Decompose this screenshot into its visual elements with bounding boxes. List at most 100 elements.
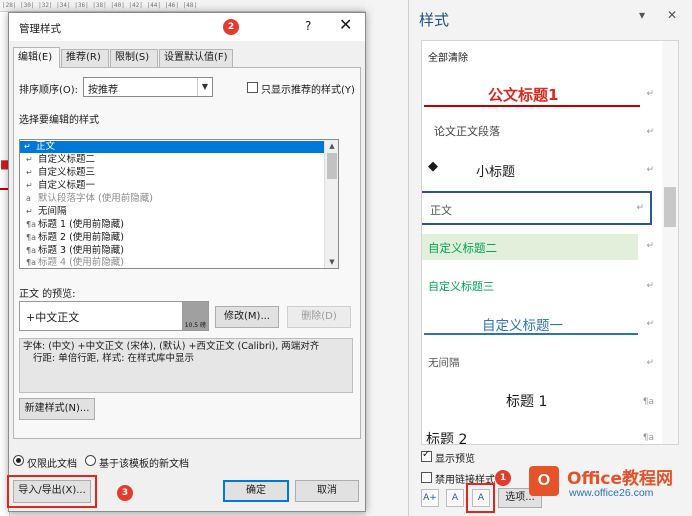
- paragraph-mark-icon: ↵: [26, 207, 33, 216]
- new-style-icon[interactable]: A+: [421, 489, 439, 507]
- highlight-box: [7, 475, 97, 508]
- paragraph-mark-icon: ↵: [24, 142, 31, 151]
- show-recommended-label: 只显示推荐的样式(Y): [261, 85, 355, 96]
- tab-recommend[interactable]: 推荐(R): [61, 49, 109, 67]
- chevron-down-icon: ▼: [197, 78, 212, 96]
- style-inspector-icon[interactable]: A: [446, 489, 464, 507]
- pane-scrollbar[interactable]: [662, 41, 678, 444]
- watermark-title: Office教程网: [567, 469, 674, 489]
- style-item-subtitle[interactable]: 小标题: [476, 161, 596, 180]
- step-badge-1: 1: [495, 470, 511, 486]
- linked-style-icon: ¶a: [26, 220, 36, 229]
- sort-order-select[interactable]: 按推荐 ▼: [83, 77, 213, 97]
- preview-size: 10.5 磅: [182, 302, 208, 330]
- ok-button[interactable]: 确定: [223, 480, 289, 502]
- tab-set-defaults[interactable]: 设置默认值(F): [159, 49, 233, 67]
- step-badge-2: 2: [223, 19, 239, 35]
- new-style-button[interactable]: 新建样式(N)...: [19, 398, 95, 420]
- styles-list: 全部清除 公文标题1 ↵ 论文正文段落 ↵ ◆ 小标题 ↵ 正文 ↵ 自定义标题…: [421, 40, 679, 445]
- disable-linked-checkbox[interactable]: [421, 472, 432, 483]
- list-item-label: 标题 3 (使用前隐藏): [38, 245, 124, 256]
- list-item[interactable]: ¶a 标题 1 (使用前隐藏): [22, 219, 336, 231]
- style-item-label: 公文标题1: [488, 86, 559, 104]
- list-item-label: 自定义标题三: [38, 167, 96, 178]
- list-item[interactable]: ¶a 标题 2 (使用前隐藏): [22, 232, 336, 244]
- radio-this-document-label: 仅限此文档: [27, 459, 77, 470]
- watermark: O Office教程网 www.office26.com: [529, 462, 689, 506]
- scrollbar-thumb[interactable]: [664, 187, 676, 227]
- paragraph-mark-icon: ↵: [646, 89, 654, 99]
- chevron-down-icon[interactable]: ▼: [325, 256, 338, 268]
- pane-title: 样式: [419, 11, 450, 29]
- chevron-up-icon[interactable]: ▲: [325, 140, 338, 152]
- tab-edit[interactable]: 编辑(E): [13, 47, 60, 68]
- document-page: [366, 0, 408, 516]
- dialog-titlebar: 管理样式 2 ? ✕: [9, 13, 365, 41]
- list-item[interactable]: ¶a 标题 3 (使用前隐藏): [22, 245, 336, 257]
- radio-template-documents[interactable]: [85, 455, 96, 466]
- list-item-label: 标题 4 (使用前隐藏): [38, 257, 124, 268]
- list-item[interactable]: ↵ 自定义标题一: [22, 180, 336, 192]
- help-button[interactable]: ?: [305, 19, 311, 33]
- style-item-custom-2[interactable]: 自定义标题二: [422, 234, 638, 260]
- office-logo: O: [529, 466, 559, 496]
- manage-styles-dialog: 管理样式 2 ? ✕ 编辑(E) 推荐(R) 限制(S) 设置默认值(F) 排序…: [7, 12, 366, 512]
- close-icon[interactable]: ✕: [339, 16, 352, 34]
- dialog-title: 管理样式: [19, 23, 61, 35]
- cancel-button[interactable]: 取消: [295, 480, 359, 502]
- paragraph-mark-icon: ↵: [646, 319, 654, 329]
- style-item-custom-3[interactable]: 自定义标题三: [428, 278, 668, 294]
- style-item-label: 正文: [430, 204, 452, 217]
- paragraph-mark-icon: ↵: [26, 181, 33, 190]
- modify-button[interactable]: 修改(M)...: [215, 306, 279, 328]
- close-icon[interactable]: ✕: [667, 8, 677, 22]
- list-item-label: 默认段落字体 (使用前隐藏): [38, 193, 153, 204]
- description-line-1: 字体: (中文) +中文正文 (宋体), (默认) +西文正文 (Calibri…: [23, 341, 320, 352]
- sort-order-value: 按推荐: [88, 85, 118, 96]
- style-description: 字体: (中文) +中文正文 (宋体), (默认) +西文正文 (Calibri…: [19, 338, 353, 393]
- radio-this-document[interactable]: [13, 455, 24, 466]
- preview-label: 正文 的预览:: [19, 289, 76, 300]
- description-line-2: 行距: 单倍行距, 样式: 在样式库中显示: [33, 353, 194, 364]
- style-item-no-spacing[interactable]: 无间隔: [428, 355, 668, 370]
- tab-restrict[interactable]: 限制(S): [110, 49, 158, 67]
- radio-template-documents-label: 基于该模板的新文档: [99, 459, 189, 470]
- paragraph-mark-icon: ↵: [646, 241, 654, 251]
- paragraph-mark-icon: ↵: [646, 165, 654, 175]
- style-item-official-title[interactable]: 公文标题1: [424, 81, 640, 107]
- scrollbar-thumb[interactable]: [327, 153, 337, 179]
- list-item[interactable]: a 默认段落字体 (使用前隐藏): [22, 193, 336, 205]
- linked-style-icon: ¶a: [26, 233, 36, 242]
- linked-style-icon: ¶a: [642, 397, 654, 407]
- style-item-heading-2[interactable]: 标题 2: [426, 429, 666, 444]
- delete-button[interactable]: 删除(D): [287, 306, 351, 328]
- list-item-label: 自定义标题一: [38, 180, 96, 191]
- paragraph-mark-icon: ↵: [26, 155, 33, 164]
- style-listbox[interactable]: ↵ 正文 ↵ 自定义标题二 ↵ 自定义标题三 ↵ 自定义标题一 a 默认段落字体 (使用前…: [19, 139, 339, 269]
- preview-text: +中文正文: [26, 311, 80, 324]
- styles-pane: 样式 ▾ ✕ 全部清除 公文标题1 ↵ 论文正文段落 ↵ ◆ 小标题 ↵ 正文 …: [408, 0, 692, 516]
- list-item[interactable]: ¶a 标题 4 (使用前隐藏): [22, 257, 336, 268]
- paragraph-mark-icon: ↵: [646, 281, 654, 291]
- style-item-normal[interactable]: 正文 ↵: [422, 191, 652, 225]
- step-badge-3: 3: [117, 485, 133, 501]
- list-item[interactable]: ↵ 无间隔: [22, 206, 336, 218]
- listbox-scrollbar[interactable]: ▲ ▼: [324, 140, 338, 268]
- list-item[interactable]: ↵ 正文: [20, 141, 338, 153]
- style-item-custom-1[interactable]: 自定义标题一: [424, 311, 638, 335]
- select-style-label: 选择要编辑的样式: [19, 115, 99, 126]
- list-item[interactable]: ↵ 自定义标题三: [22, 167, 336, 179]
- show-preview-checkbox[interactable]: [421, 449, 432, 462]
- paragraph-mark-icon: ↵: [646, 127, 654, 137]
- list-item-label: 正文: [36, 141, 56, 152]
- pane-dropdown-icon[interactable]: ▾: [639, 8, 645, 22]
- clear-all-item[interactable]: 全部清除: [428, 49, 668, 64]
- list-item-label: 标题 1 (使用前隐藏): [38, 219, 124, 230]
- style-preview: +中文正文 10.5 磅: [19, 301, 209, 331]
- style-item-label: 自定义标题一: [482, 318, 563, 334]
- linked-style-icon: ¶a: [642, 433, 654, 443]
- sort-order-label: 排序顺序(O):: [19, 85, 79, 96]
- list-item[interactable]: ↵ 自定义标题二: [22, 154, 336, 166]
- show-recommended-checkbox[interactable]: [247, 82, 258, 93]
- style-item-paper-body[interactable]: 论文正文段落: [434, 123, 674, 139]
